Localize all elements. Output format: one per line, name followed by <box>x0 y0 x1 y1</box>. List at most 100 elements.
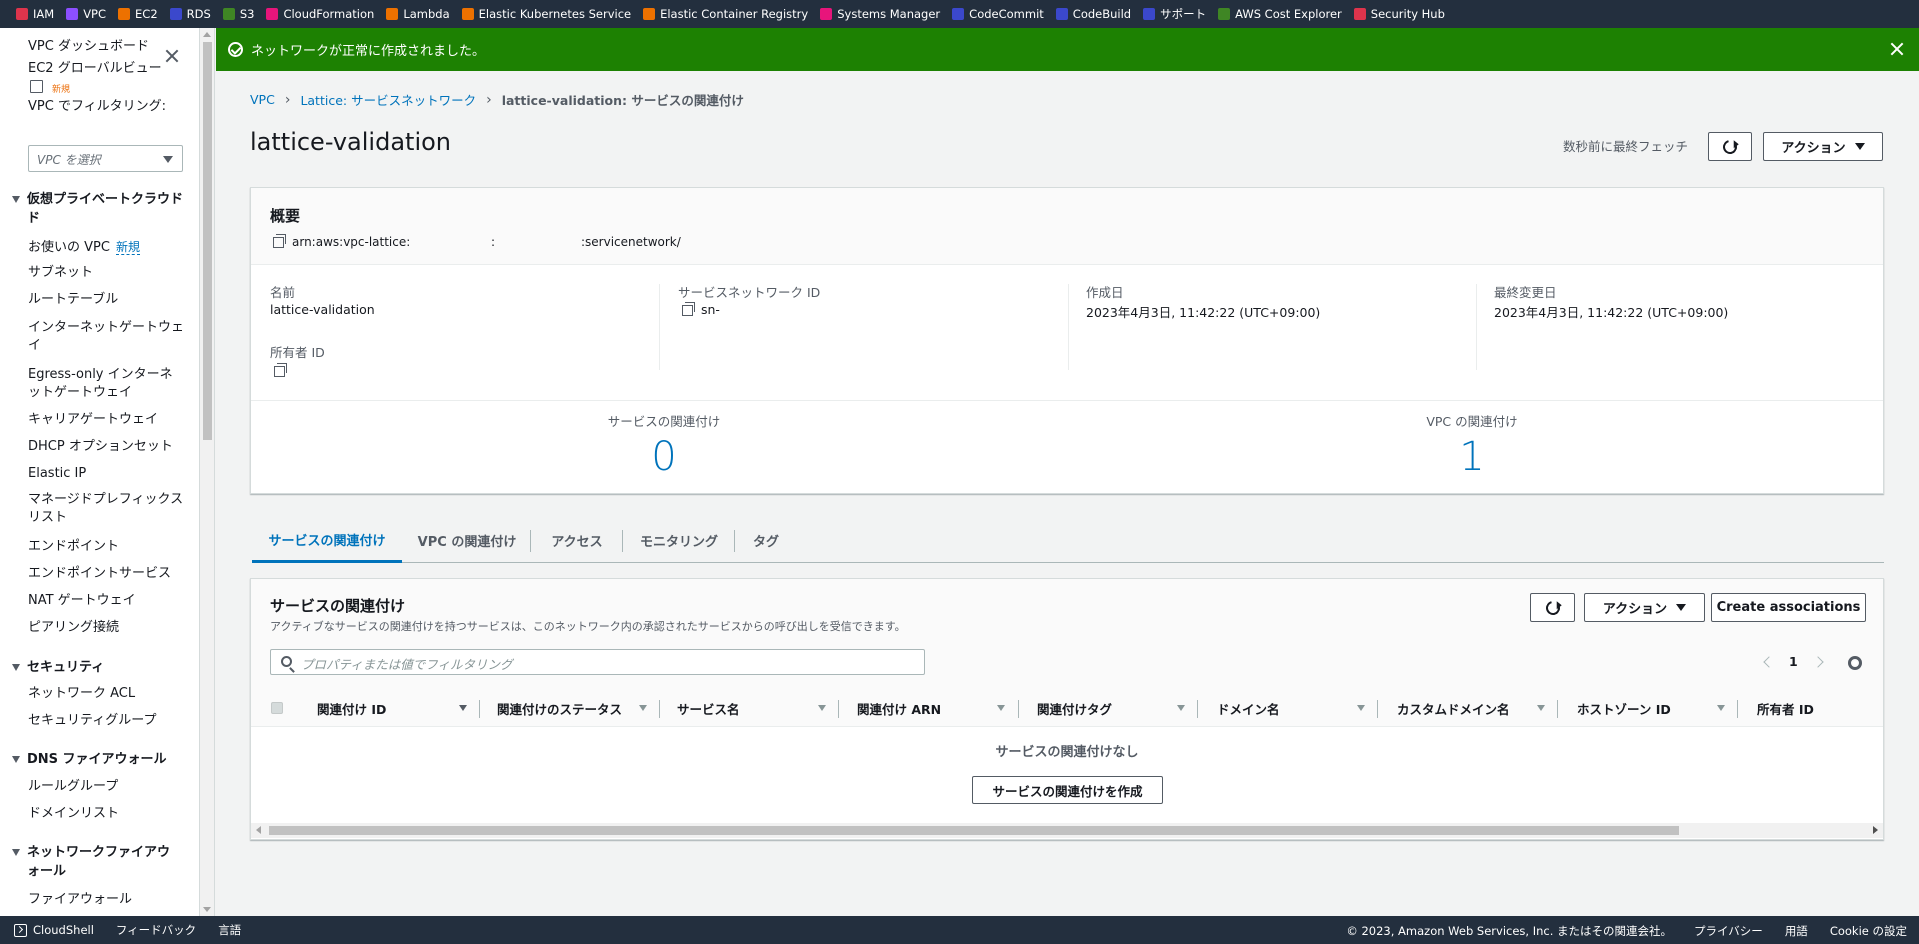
service-associations-count[interactable]: 0 <box>514 434 814 480</box>
sort-icon[interactable] <box>639 705 647 711</box>
column-custom-domain-name[interactable]: カスタムドメイン名 <box>1397 699 1510 718</box>
vpc-filter-select[interactable]: VPC を選択 <box>28 145 183 172</box>
favorite-codebuild[interactable]: CodeBuild <box>1055 7 1131 21</box>
scroll-left-arrow-icon[interactable] <box>256 826 261 834</box>
breadcrumb-vpc[interactable]: VPC <box>250 92 275 107</box>
dismiss-icon[interactable] <box>1889 41 1905 57</box>
sidebar-scrollbar-thumb[interactable] <box>203 42 212 440</box>
sidebar-section-security[interactable]: セキュリティ <box>12 658 104 677</box>
create-associations-button[interactable]: Create associations <box>1711 593 1866 622</box>
sort-icon[interactable] <box>1177 705 1185 711</box>
favorite--12[interactable]: サポート <box>1143 6 1206 22</box>
column-domain-name[interactable]: ドメイン名 <box>1217 699 1280 718</box>
sort-icon[interactable] <box>1717 705 1725 711</box>
column-resizer[interactable] <box>479 700 480 718</box>
create-service-association-button[interactable]: サービスの関連付けを作成 <box>972 776 1163 804</box>
copy-icon[interactable] <box>274 363 287 377</box>
sidebar-item-security-groups[interactable]: セキュリティグループ <box>28 712 156 730</box>
sidebar-item-network-acls[interactable]: ネットワーク ACL <box>28 685 135 703</box>
page-number[interactable]: 1 <box>1789 654 1798 669</box>
column-owner-id[interactable]: 所有者 ID <box>1757 699 1814 718</box>
language-link[interactable]: 言語 <box>218 922 241 938</box>
sidebar-section-network-firewall[interactable]: ネットワークファイアウ ォール <box>12 843 170 881</box>
sidebar-section-vpc[interactable]: 仮想プライベートクラウドド <box>12 190 183 228</box>
favorite-elastic-kubernetes-service[interactable]: Elastic Kubernetes Service <box>461 7 631 21</box>
privacy-link[interactable]: プライバシー <box>1694 923 1763 939</box>
filter-input[interactable]: プロパティまたは値でフィルタリング <box>270 649 925 675</box>
column-resizer[interactable] <box>659 700 660 718</box>
sidebar-item-dhcp-options[interactable]: DHCP オプションセット <box>28 438 173 456</box>
column-resizer[interactable] <box>1197 700 1198 718</box>
table-horizontal-scrollbar[interactable] <box>251 823 1883 838</box>
tab-vpc-associations[interactable]: VPC の関連付け <box>402 518 532 562</box>
table-actions-dropdown[interactable]: アクション <box>1584 593 1705 622</box>
sidebar-item-firewalls[interactable]: ファイアウォール <box>28 891 132 909</box>
column-resizer[interactable] <box>1018 700 1019 718</box>
tab-access[interactable]: アクセス <box>532 518 622 562</box>
sidebar-item-peering[interactable]: ピアリング接続 <box>28 619 119 637</box>
sidebar-item-route-tables[interactable]: ルートテーブル <box>28 291 118 309</box>
favorite-systems-manager[interactable]: Systems Manager <box>820 7 940 21</box>
sidebar-scrollbar[interactable] <box>200 28 215 916</box>
scroll-up-arrow-icon[interactable] <box>203 32 211 37</box>
sidebar-item-carrier-gateways[interactable]: キャリアゲートウェイ <box>28 411 158 429</box>
favorite-elastic-container-registry[interactable]: Elastic Container Registry <box>643 7 808 21</box>
sort-icon[interactable] <box>1357 705 1365 711</box>
sort-icon[interactable] <box>818 705 826 711</box>
cloudshell-icon[interactable] <box>14 923 27 937</box>
actions-dropdown-button[interactable]: アクション <box>1763 132 1883 161</box>
column-association-id[interactable]: 関連付け ID <box>317 699 386 718</box>
sidebar-item-endpoint-services[interactable]: エンドポイントサービス <box>28 565 171 583</box>
column-hosted-zone-id[interactable]: ホストゾーン ID <box>1577 699 1671 718</box>
copy-icon[interactable] <box>682 302 695 316</box>
sidebar-item-endpoints[interactable]: エンドポイント <box>28 538 119 556</box>
sort-icon[interactable] <box>1537 705 1545 711</box>
favorite-s3[interactable]: S3 <box>222 7 254 21</box>
sidebar-item-subnets[interactable]: サブネット <box>28 264 93 282</box>
sidebar-item-rule-groups[interactable]: ルールグループ <box>28 778 118 796</box>
favorite-security-hub[interactable]: Security Hub <box>1353 7 1445 21</box>
scroll-right-arrow-icon[interactable] <box>1873 826 1878 834</box>
sort-descending-icon[interactable] <box>459 705 467 711</box>
terms-link[interactable]: 用語 <box>1785 923 1808 939</box>
gear-icon[interactable] <box>1848 656 1862 670</box>
tab-monitoring[interactable]: モニタリング <box>624 518 734 562</box>
favorite-codecommit[interactable]: CodeCommit <box>952 7 1044 21</box>
sidebar-item-internet-gateways[interactable]: インターネットゲートウェイ <box>28 319 184 355</box>
column-resizer[interactable] <box>1737 700 1738 718</box>
vpc-associations-count[interactable]: 1 <box>1322 434 1622 480</box>
favorite-cloudformation[interactable]: CloudFormation <box>266 7 374 21</box>
column-service-name[interactable]: サービス名 <box>677 699 740 718</box>
favorite-aws-cost-explorer[interactable]: AWS Cost Explorer <box>1218 7 1342 21</box>
favorite-iam[interactable]: IAM <box>16 7 54 21</box>
sidebar-item-elastic-ip[interactable]: Elastic IP <box>28 465 86 483</box>
column-association-arn[interactable]: 関連付け ARN <box>857 699 941 718</box>
sidebar-item-vpc-dashboard[interactable]: VPC ダッシュボード <box>28 38 149 56</box>
horizontal-scrollbar-thumb[interactable] <box>269 826 1679 835</box>
favorite-rds[interactable]: RDS <box>169 7 211 21</box>
cookie-preferences-link[interactable]: Cookie の設定 <box>1830 923 1907 939</box>
tab-tags[interactable]: タグ <box>736 518 796 562</box>
feedback-link[interactable]: フィードバック <box>116 922 196 938</box>
sidebar-item-your-vpcs[interactable]: お使いの VPC 新規 <box>28 238 140 257</box>
cloudshell-link[interactable]: CloudShell <box>33 923 94 937</box>
column-resizer[interactable] <box>1377 700 1378 718</box>
close-icon[interactable] <box>164 48 180 64</box>
breadcrumb-service-networks[interactable]: Lattice: サービスネットワーク <box>300 90 476 109</box>
column-resizer[interactable] <box>1557 700 1558 718</box>
sort-icon[interactable] <box>997 705 1005 711</box>
sidebar-item-nat-gateways[interactable]: NAT ゲートウェイ <box>28 592 136 610</box>
scroll-down-arrow-icon[interactable] <box>203 907 211 912</box>
sidebar-item-ec2-global-view[interactable]: EC2 グローバルビュー <box>28 60 162 78</box>
sidebar-section-dns-firewall[interactable]: DNS ファイアウォール <box>12 750 167 769</box>
copy-icon[interactable] <box>273 234 286 248</box>
sidebar-item-egress-only-igw[interactable]: Egress-only インターネ ットゲートウェイ <box>28 366 173 402</box>
column-association-status[interactable]: 関連付けのステータス <box>497 699 622 718</box>
sidebar-item-prefix-lists[interactable]: マネージドプレフィックス リスト <box>28 491 183 527</box>
select-all-checkbox[interactable] <box>271 702 283 714</box>
sidebar-item-domain-lists[interactable]: ドメインリスト <box>28 805 119 823</box>
refresh-button[interactable] <box>1708 132 1752 161</box>
favorite-vpc[interactable]: VPC <box>66 7 106 21</box>
favorite-ec2[interactable]: EC2 <box>118 7 158 21</box>
column-resizer[interactable] <box>838 700 839 718</box>
